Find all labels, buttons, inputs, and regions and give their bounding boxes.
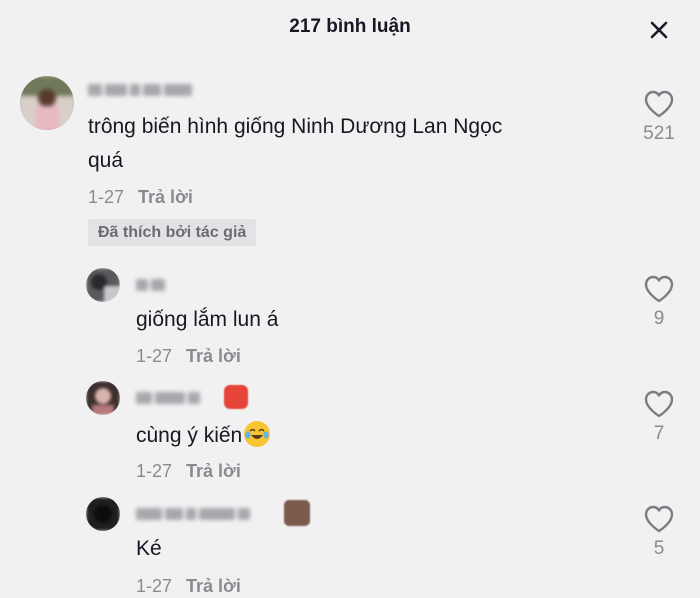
reply-button[interactable]: Trả lời — [186, 461, 241, 481]
comments-count-title: 217 bình luận — [289, 16, 411, 37]
username-blurred[interactable] — [136, 276, 168, 294]
like-button[interactable]: 5 — [637, 504, 681, 560]
comment-meta: 1-27 Trả lời — [88, 187, 193, 208]
comment-text: trông biến hình giống Ninh Dương Lan Ngọ… — [88, 110, 628, 178]
laughing-tears-emoji — [244, 421, 271, 447]
like-button[interactable]: 9 — [637, 274, 681, 330]
reply-text: Ké — [136, 537, 162, 560]
reply-date: 1-27 — [136, 346, 173, 366]
like-count: 9 — [653, 308, 665, 329]
heart-icon[interactable] — [643, 504, 675, 534]
username-blurred[interactable] — [88, 81, 195, 99]
reply-meta: 1-27 Trả lời — [136, 576, 241, 597]
username-blurred[interactable] — [136, 505, 253, 523]
reply-date: 1-27 — [136, 576, 173, 596]
like-button[interactable]: 521 — [637, 89, 681, 145]
heart-icon[interactable] — [643, 389, 675, 419]
comment-date: 1-27 — [88, 187, 125, 207]
username-blurred[interactable] — [136, 389, 203, 407]
reply-date: 1-27 — [136, 461, 173, 481]
reply-button[interactable]: Trả lời — [186, 576, 241, 596]
avatar[interactable] — [86, 381, 120, 415]
comment-text-line-1: trông biến hình giống Ninh Dương Lan Ngọ… — [88, 115, 503, 138]
heart-icon[interactable] — [643, 89, 675, 119]
avatar[interactable] — [20, 76, 74, 130]
like-count: 521 — [643, 123, 675, 144]
reply-text-content: cùng ý kiến — [136, 424, 243, 447]
like-count: 5 — [653, 538, 665, 559]
comments-header: 217 bình luận — [0, 0, 700, 58]
reply-button[interactable]: Trả lời — [186, 346, 241, 366]
reply-meta: 1-27 Trả lời — [136, 346, 241, 367]
reply-text: cùng ý kiến — [136, 419, 271, 453]
close-icon[interactable] — [645, 16, 673, 44]
like-count: 7 — [653, 423, 665, 444]
username-emoji — [284, 500, 310, 526]
avatar[interactable] — [86, 268, 120, 302]
liked-by-author-badge: Đã thích bởi tác giả — [88, 219, 257, 246]
reply-meta: 1-27 Trả lời — [136, 461, 241, 482]
reply-button[interactable]: Trả lời — [138, 187, 193, 207]
avatar[interactable] — [86, 497, 120, 531]
like-button[interactable]: 7 — [637, 389, 681, 445]
heart-icon[interactable] — [643, 274, 675, 304]
comment-text-line-2: quá — [88, 149, 124, 172]
username-emoji — [224, 385, 248, 409]
reply-text: giống lắm lun á — [136, 308, 279, 331]
